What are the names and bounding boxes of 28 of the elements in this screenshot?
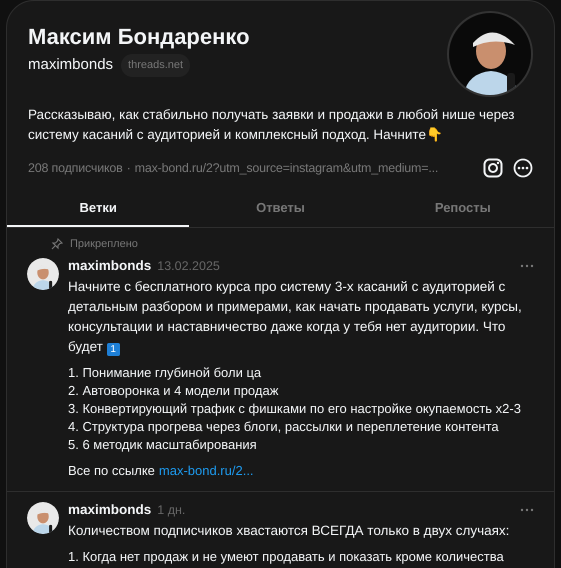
post-username[interactable]: maximbonds <box>68 500 152 520</box>
more-icon[interactable] <box>513 158 533 178</box>
list-item: 1. Понимание глубиной боли ца <box>68 364 262 382</box>
separator: · <box>126 160 131 177</box>
pin-icon <box>51 238 63 250</box>
post-link[interactable]: max-bond.ru/2... <box>158 461 254 481</box>
post-text: Количеством подписчиков хвастаются ВСЕГДА только в двух случаях: <box>68 522 510 540</box>
list-item: 4. Структура прогрева через блоги, рассылки и переплетение контента <box>68 418 500 436</box>
tab[interactable]: Репосты <box>372 191 554 227</box>
post-date: 1 дн. <box>157 502 186 519</box>
tab[interactable]: Ответы <box>189 191 372 227</box>
domain-badge[interactable]: threads.net <box>121 54 190 76</box>
list-item: 3. Конвертирующий трафик с фишками по его настройке окупаемость x2-3 <box>68 400 522 418</box>
list-item: 5. 6 методик масштабирования <box>68 436 258 454</box>
post-date: 13.02.2025 <box>157 258 220 275</box>
list-item: 1. Когда нет продаж и не умеют продавать и показать кроме количества <box>68 548 505 566</box>
username: maximbonds <box>28 55 114 75</box>
profile-link[interactable]: max-bond.ru/2?utm_source=instagram&utm_medium=... <box>134 158 438 178</box>
post-text: Начните с бесплатного курса про систему 3-х касаний с аудиторией с детальным разбором и примерами, как начать продавать услуги, курсы, консультации и наставничество даже когда у тебя нет аудитории. Что будет 1 <box>68 278 523 357</box>
post-text: Все по ссылке <box>68 462 155 480</box>
pinned-label: Прикреплено <box>70 236 138 252</box>
bio-text: Рассказываю, как стабильно получать заявки и продажи в любой нише через систему касаний с аудиторией и комплексный подход. Начните👇 <box>28 106 516 144</box>
post-username[interactable]: maximbonds <box>68 256 152 276</box>
instagram-icon[interactable] <box>483 158 503 178</box>
follower-count[interactable]: 208 подписчиков <box>28 158 123 178</box>
profile-name: Максим Бондаренко <box>28 23 251 51</box>
tab[interactable]: Ветки <box>7 191 190 227</box>
list-item: 2. Автоворонка и 4 модели продаж <box>68 382 280 400</box>
